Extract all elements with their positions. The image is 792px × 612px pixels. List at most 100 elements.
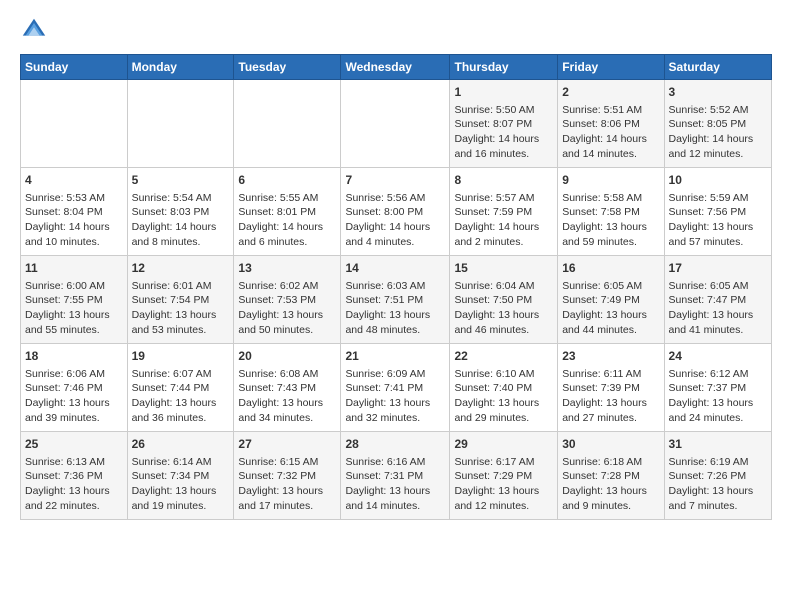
- calendar-week-row: 1 Sunrise: 5:50 AMSunset: 8:07 PMDaylight…: [21, 80, 772, 168]
- calendar-cell: 4 Sunrise: 5:53 AMSunset: 8:04 PMDaylight…: [21, 168, 128, 256]
- logo: [20, 16, 52, 44]
- calendar-cell: 14 Sunrise: 6:03 AMSunset: 7:51 PMDayligh…: [341, 256, 450, 344]
- calendar-body: 1 Sunrise: 5:50 AMSunset: 8:07 PMDaylight…: [21, 80, 772, 520]
- calendar-cell: 22 Sunrise: 6:10 AMSunset: 7:40 PMDayligh…: [450, 344, 558, 432]
- page-header: [20, 16, 772, 44]
- calendar-cell: 13 Sunrise: 6:02 AMSunset: 7:53 PMDayligh…: [234, 256, 341, 344]
- day-info: Sunrise: 6:18 AMSunset: 7:28 PMDaylight:…: [562, 455, 659, 514]
- day-info: Sunrise: 5:56 AMSunset: 8:00 PMDaylight:…: [345, 191, 445, 250]
- day-number: 16: [562, 260, 659, 277]
- calendar-cell: 31 Sunrise: 6:19 AMSunset: 7:26 PMDayligh…: [664, 432, 771, 520]
- day-number: 9: [562, 172, 659, 189]
- day-number: 12: [132, 260, 230, 277]
- calendar-cell: 29Sunrise: 6:17 AMSunset: 7:29 PMDayligh…: [450, 432, 558, 520]
- calendar-cell: 16 Sunrise: 6:05 AMSunset: 7:49 PMDayligh…: [558, 256, 664, 344]
- calendar-cell: 11 Sunrise: 6:00 AMSunset: 7:55 PMDayligh…: [21, 256, 128, 344]
- day-info: Sunrise: 6:03 AMSunset: 7:51 PMDaylight:…: [345, 279, 445, 338]
- day-number: 11: [25, 260, 123, 277]
- calendar-week-row: 18 Sunrise: 6:06 AMSunset: 7:46 PMDayligh…: [21, 344, 772, 432]
- calendar-cell: 28 Sunrise: 6:16 AMSunset: 7:31 PMDayligh…: [341, 432, 450, 520]
- day-number: 17: [669, 260, 767, 277]
- day-number: 21: [345, 348, 445, 365]
- day-info: Sunrise: 5:53 AMSunset: 8:04 PMDaylight:…: [25, 191, 123, 250]
- day-info: Sunrise: 6:10 AMSunset: 7:40 PMDaylight:…: [454, 367, 553, 426]
- calendar-cell: 18 Sunrise: 6:06 AMSunset: 7:46 PMDayligh…: [21, 344, 128, 432]
- weekday-header-monday: Monday: [127, 55, 234, 80]
- calendar-cell: 23 Sunrise: 6:11 AMSunset: 7:39 PMDayligh…: [558, 344, 664, 432]
- day-info: Sunrise: 6:19 AMSunset: 7:26 PMDaylight:…: [669, 455, 767, 514]
- day-info: Sunrise: 6:17 AMSunset: 7:29 PMDaylight:…: [454, 455, 553, 514]
- day-number: 4: [25, 172, 123, 189]
- day-number: 24: [669, 348, 767, 365]
- day-number: 15: [454, 260, 553, 277]
- day-info: Sunrise: 6:13 AMSunset: 7:36 PMDaylight:…: [25, 455, 123, 514]
- day-number: 18: [25, 348, 123, 365]
- day-number: 7: [345, 172, 445, 189]
- day-info: Sunrise: 6:09 AMSunset: 7:41 PMDaylight:…: [345, 367, 445, 426]
- calendar-cell: 30 Sunrise: 6:18 AMSunset: 7:28 PMDayligh…: [558, 432, 664, 520]
- day-number: 27: [238, 436, 336, 453]
- day-info: Sunrise: 5:51 AMSunset: 8:06 PMDaylight:…: [562, 103, 659, 162]
- day-number: 3: [669, 84, 767, 101]
- day-number: 26: [132, 436, 230, 453]
- calendar-week-row: 25 Sunrise: 6:13 AMSunset: 7:36 PMDayligh…: [21, 432, 772, 520]
- day-info: Sunrise: 6:11 AMSunset: 7:39 PMDaylight:…: [562, 367, 659, 426]
- calendar-header-row: SundayMondayTuesdayWednesdayThursdayFrid…: [21, 55, 772, 80]
- day-number: 8: [454, 172, 553, 189]
- day-number: 2: [562, 84, 659, 101]
- day-info: Sunrise: 6:00 AMSunset: 7:55 PMDaylight:…: [25, 279, 123, 338]
- day-info: Sunrise: 5:57 AMSunset: 7:59 PMDaylight:…: [454, 191, 553, 250]
- day-number: 5: [132, 172, 230, 189]
- day-number: 20: [238, 348, 336, 365]
- day-number: 10: [669, 172, 767, 189]
- calendar-cell: 12Sunrise: 6:01 AMSunset: 7:54 PMDayligh…: [127, 256, 234, 344]
- calendar-cell: 24 Sunrise: 6:12 AMSunset: 7:37 PMDayligh…: [664, 344, 771, 432]
- weekday-header-friday: Friday: [558, 55, 664, 80]
- day-number: 13: [238, 260, 336, 277]
- calendar-table: SundayMondayTuesdayWednesdayThursdayFrid…: [20, 54, 772, 520]
- day-info: Sunrise: 6:02 AMSunset: 7:53 PMDaylight:…: [238, 279, 336, 338]
- calendar-cell: 25 Sunrise: 6:13 AMSunset: 7:36 PMDayligh…: [21, 432, 128, 520]
- calendar-cell: 10 Sunrise: 5:59 AMSunset: 7:56 PMDayligh…: [664, 168, 771, 256]
- day-number: 14: [345, 260, 445, 277]
- day-info: Sunrise: 6:16 AMSunset: 7:31 PMDaylight:…: [345, 455, 445, 514]
- calendar-cell: 21 Sunrise: 6:09 AMSunset: 7:41 PMDayligh…: [341, 344, 450, 432]
- calendar-cell: 26 Sunrise: 6:14 AMSunset: 7:34 PMDayligh…: [127, 432, 234, 520]
- day-number: 31: [669, 436, 767, 453]
- day-info: Sunrise: 6:04 AMSunset: 7:50 PMDaylight:…: [454, 279, 553, 338]
- weekday-header-thursday: Thursday: [450, 55, 558, 80]
- calendar-cell: 9 Sunrise: 5:58 AMSunset: 7:58 PMDaylight…: [558, 168, 664, 256]
- calendar-cell: 1 Sunrise: 5:50 AMSunset: 8:07 PMDaylight…: [450, 80, 558, 168]
- calendar-week-row: 4 Sunrise: 5:53 AMSunset: 8:04 PMDaylight…: [21, 168, 772, 256]
- calendar-cell: 19Sunrise: 6:07 AMSunset: 7:44 PMDayligh…: [127, 344, 234, 432]
- day-number: 1: [454, 84, 553, 101]
- calendar-cell: [341, 80, 450, 168]
- day-number: 6: [238, 172, 336, 189]
- calendar-cell: 8 Sunrise: 5:57 AMSunset: 7:59 PMDaylight…: [450, 168, 558, 256]
- calendar-cell: [234, 80, 341, 168]
- calendar-cell: [21, 80, 128, 168]
- day-info: Sunrise: 6:05 AMSunset: 7:47 PMDaylight:…: [669, 279, 767, 338]
- weekday-header-tuesday: Tuesday: [234, 55, 341, 80]
- calendar-cell: 2 Sunrise: 5:51 AMSunset: 8:06 PMDaylight…: [558, 80, 664, 168]
- calendar-cell: 15 Sunrise: 6:04 AMSunset: 7:50 PMDayligh…: [450, 256, 558, 344]
- logo-icon: [20, 16, 48, 44]
- calendar-cell: 27 Sunrise: 6:15 AMSunset: 7:32 PMDayligh…: [234, 432, 341, 520]
- day-info: Sunrise: 6:06 AMSunset: 7:46 PMDaylight:…: [25, 367, 123, 426]
- day-number: 22: [454, 348, 553, 365]
- calendar-cell: [127, 80, 234, 168]
- calendar-cell: 20Sunrise: 6:08 AMSunset: 7:43 PMDayligh…: [234, 344, 341, 432]
- day-number: 19: [132, 348, 230, 365]
- day-info: Sunrise: 6:12 AMSunset: 7:37 PMDaylight:…: [669, 367, 767, 426]
- day-number: 23: [562, 348, 659, 365]
- day-number: 28: [345, 436, 445, 453]
- day-number: 25: [25, 436, 123, 453]
- day-info: Sunrise: 5:59 AMSunset: 7:56 PMDaylight:…: [669, 191, 767, 250]
- day-info: Sunrise: 6:14 AMSunset: 7:34 PMDaylight:…: [132, 455, 230, 514]
- day-info: Sunrise: 6:05 AMSunset: 7:49 PMDaylight:…: [562, 279, 659, 338]
- day-info: Sunrise: 6:15 AMSunset: 7:32 PMDaylight:…: [238, 455, 336, 514]
- day-info: Sunrise: 5:58 AMSunset: 7:58 PMDaylight:…: [562, 191, 659, 250]
- calendar-cell: 3Sunrise: 5:52 AMSunset: 8:05 PMDaylight…: [664, 80, 771, 168]
- day-number: 30: [562, 436, 659, 453]
- day-info: Sunrise: 5:50 AMSunset: 8:07 PMDaylight:…: [454, 103, 553, 162]
